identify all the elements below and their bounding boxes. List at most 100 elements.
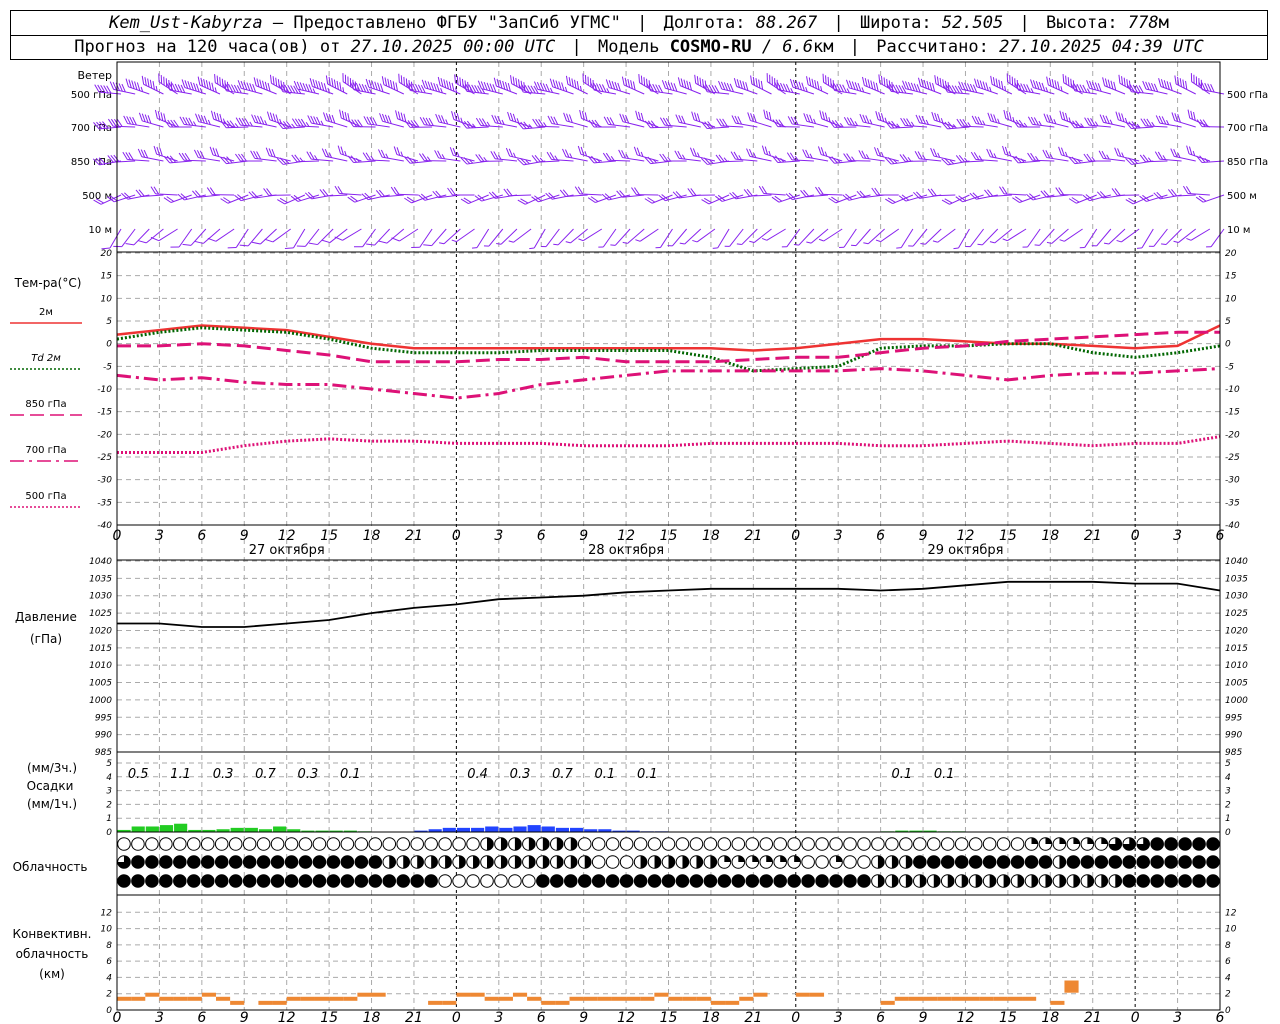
- cloud-cover-symbol: [619, 874, 634, 888]
- barb-feather: [306, 151, 312, 160]
- cloud-cover-symbol: [452, 837, 466, 851]
- precip-axis-label: (мм/1ч.): [27, 797, 77, 811]
- precip-3h-amount: 0.7: [255, 767, 276, 782]
- conv-cloud-bar: [428, 1000, 443, 1005]
- cloud-cover-symbol: [214, 874, 229, 888]
- cloud-cover-symbol: [1038, 855, 1053, 869]
- barb-half-feather: [965, 246, 971, 248]
- barb-feather: [437, 150, 443, 159]
- barb-feather: [842, 84, 847, 93]
- precip-bar: [131, 826, 145, 832]
- hour-tick-label: 18: [702, 1010, 720, 1024]
- barb-staff: [1032, 194, 1055, 201]
- wind-barb: [616, 190, 645, 198]
- barb-half-feather: [508, 240, 514, 243]
- cloud-cover-symbol: [326, 855, 341, 869]
- temp-tick-label: -10: [97, 385, 112, 395]
- cloud-cover-symbol: [466, 837, 480, 851]
- wind-level-label: 500 гПа: [71, 90, 112, 101]
- wind-barb: [319, 188, 348, 197]
- precip-bar: [499, 827, 513, 832]
- barb-half-feather: [622, 241, 628, 244]
- barb-feather: [885, 121, 892, 129]
- temp-tick-label: 5: [106, 317, 112, 327]
- barb-feather: [849, 117, 855, 126]
- conv-cloud-bar: [937, 996, 952, 1001]
- barb-feather: [493, 151, 499, 160]
- hour-tick-label: 21: [1084, 528, 1102, 544]
- wind-barb: [1091, 228, 1112, 247]
- barb-feather: [970, 151, 977, 160]
- barb-staff: [976, 194, 998, 200]
- barb-feather: [223, 120, 230, 128]
- barb-staff: [260, 228, 277, 245]
- barb-feather: [135, 189, 142, 197]
- conv-cloud-bar: [682, 996, 697, 1001]
- cloud-cover-symbol: [591, 874, 606, 888]
- conv-axis-label: облачность: [16, 947, 89, 961]
- day-label: 27 октября: [249, 543, 325, 558]
- barb-feather: [319, 189, 326, 197]
- wind-barb: [828, 194, 857, 204]
- barb-feather: [380, 149, 386, 158]
- barb-staff: [958, 228, 970, 249]
- pressure-tick-label: 1030: [1225, 592, 1248, 602]
- barb-staff: [329, 228, 348, 243]
- conv-cloud-bar: [1064, 980, 1079, 993]
- cloud-cover-symbol: [480, 874, 494, 888]
- cloud-cover-symbol: [256, 837, 271, 851]
- barb-feather: [703, 157, 711, 165]
- barb-feather: [428, 117, 434, 126]
- barb-half-feather: [908, 245, 914, 247]
- barb-feather: [955, 155, 963, 163]
- barb-half-feather: [1148, 245, 1154, 247]
- hour-tick-label: 3: [155, 1010, 164, 1024]
- wind-barb: [1161, 228, 1182, 246]
- cloud-cover-symbol: [577, 837, 592, 851]
- cloud-half-fill: [528, 837, 536, 851]
- cloud-cover-symbol: [1094, 855, 1109, 869]
- cloud-half-fill: [486, 837, 494, 851]
- barb-feather: [1128, 157, 1135, 165]
- wind-barb: [334, 185, 362, 196]
- barb-feather: [805, 149, 810, 158]
- hour-tick-label: 0: [1131, 1010, 1140, 1024]
- wind-barb: [510, 75, 532, 95]
- cloud-cover-symbol: [424, 874, 438, 888]
- barb-feather: [958, 154, 966, 163]
- barb-half-feather: [541, 246, 547, 248]
- barb-feather: [347, 155, 354, 163]
- cloud-half-fill: [473, 855, 480, 869]
- cloud-cover-symbol: [871, 837, 885, 851]
- convective-cloud-panel: Конвективн. облачность (км): [13, 927, 1079, 1005]
- cloud-cover-symbol: [1136, 855, 1151, 869]
- conv-tick-label: 4: [1225, 973, 1231, 983]
- barb-feather: [414, 84, 420, 93]
- barb-staff: [810, 228, 829, 244]
- barb-feather: [1084, 117, 1090, 126]
- barb-feather: [927, 188, 934, 197]
- temp-tick-label: 0: [106, 340, 112, 350]
- conv-cloud-bar: [640, 996, 655, 1001]
- barb-feather: [714, 85, 720, 94]
- hour-tick-label: 6: [876, 1010, 885, 1024]
- cloud-cover-symbol: [619, 837, 634, 851]
- barb-half-feather: [635, 239, 641, 242]
- wind-barb: [1098, 150, 1126, 162]
- cloud-cover-symbol: [731, 874, 746, 888]
- cloud-cover-symbol: [438, 837, 452, 851]
- barb-feather: [1125, 121, 1132, 129]
- barb-staff: [1202, 160, 1225, 164]
- wind-barb: [321, 228, 348, 244]
- precip-3h-amount: 0.5: [128, 767, 149, 782]
- wind-barb: [927, 188, 956, 197]
- barb-feather: [227, 246, 237, 249]
- precip-tick-label: 2: [1225, 800, 1231, 810]
- hour-tick-label: 12: [617, 528, 635, 544]
- barb-staff: [753, 228, 772, 243]
- temp-tick-label: 15: [1225, 272, 1237, 282]
- cloud-half-fill: [891, 874, 899, 888]
- wind-barb: [276, 157, 305, 165]
- barb-half-feather: [839, 246, 845, 248]
- barb-feather: [731, 115, 737, 124]
